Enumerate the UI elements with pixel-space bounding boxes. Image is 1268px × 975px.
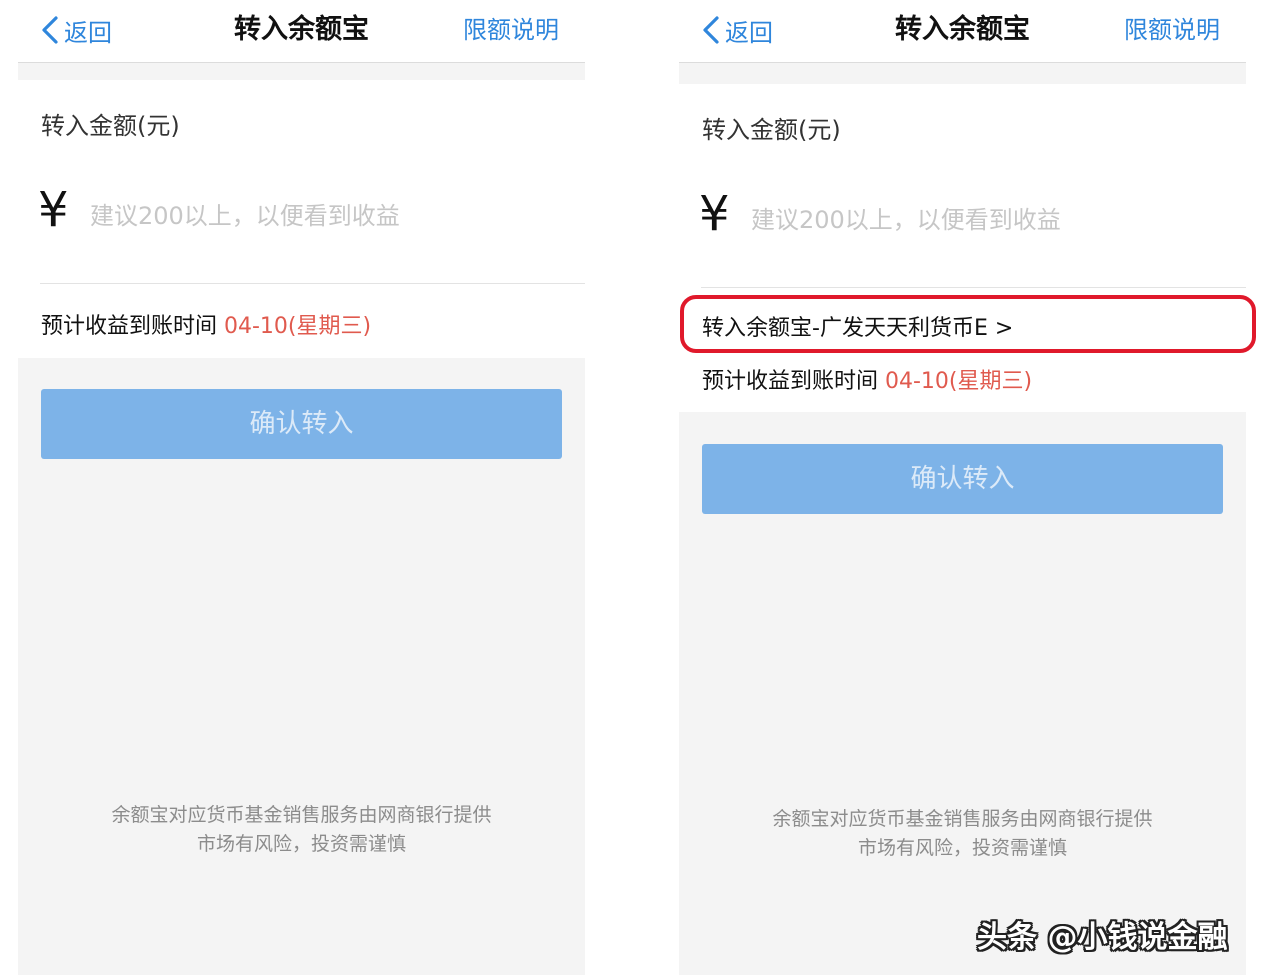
amount-panel: 转入金额(元) ¥ 建议200以上，以便看到收益 转入余额宝-广发天天利货币E …: [679, 84, 1246, 412]
nav-bar: 返回 转入余额宝 限额说明: [679, 0, 1246, 63]
limit-info-link[interactable]: 限额说明: [463, 12, 559, 48]
amount-input[interactable]: 建议200以上，以便看到收益: [90, 196, 400, 231]
eta-date: 04-10(星期三): [224, 314, 372, 339]
eta-label: 预计收益到账时间: [702, 369, 885, 394]
separator-band: [679, 63, 1246, 83]
eta-label: 预计收益到账时间: [41, 314, 224, 339]
divider: [40, 283, 585, 284]
footer-line-1: 余额宝对应货币基金销售服务由网商银行提供: [111, 804, 492, 826]
amount-panel: 转入金额(元) ¥ 建议200以上，以便看到收益 预计收益到账时间 04-10(…: [18, 80, 585, 358]
eta-row: 预计收益到账时间 04-10(星期三): [702, 363, 1032, 395]
right-screen: 返回 转入余额宝 限额说明 转入金额(元) ¥ 建议200以上，以便看到收益 转…: [679, 0, 1246, 975]
confirm-button[interactable]: 确认转入: [702, 444, 1223, 514]
amount-label: 转入金额(元): [41, 112, 180, 140]
limit-info-link[interactable]: 限额说明: [1124, 12, 1220, 48]
watermark: 头条 @小钱说金融: [977, 920, 1228, 955]
footer-line-2: 市场有风险，投资需谨慎: [857, 837, 1067, 859]
amount-label: 转入金额(元): [702, 116, 841, 144]
currency-symbol: ¥: [38, 182, 69, 238]
eta-row: 预计收益到账时间 04-10(星期三): [41, 308, 371, 340]
confirm-button[interactable]: 确认转入: [41, 389, 562, 459]
footer-disclaimer: 余额宝对应货币基金销售服务由网商银行提供 市场有风险，投资需谨慎: [18, 801, 585, 859]
amount-input[interactable]: 建议200以上，以便看到收益: [751, 200, 1061, 235]
footer-line-2: 市场有风险，投资需谨慎: [196, 833, 406, 855]
footer-line-1: 余额宝对应货币基金销售服务由网商银行提供: [772, 808, 1153, 830]
separator-band: [18, 63, 585, 79]
currency-symbol: ¥: [699, 186, 730, 242]
left-screen: 返回 转入余额宝 限额说明 转入金额(元) ¥ 建议200以上，以便看到收益 预…: [18, 0, 585, 975]
eta-date: 04-10(星期三): [885, 369, 1033, 394]
divider: [701, 287, 1246, 288]
footer-disclaimer: 余额宝对应货币基金销售服务由网商银行提供 市场有风险，投资需谨慎: [679, 805, 1246, 863]
nav-bar: 返回 转入余额宝 限额说明: [18, 0, 585, 63]
annotation-highlight-box: [680, 295, 1256, 353]
